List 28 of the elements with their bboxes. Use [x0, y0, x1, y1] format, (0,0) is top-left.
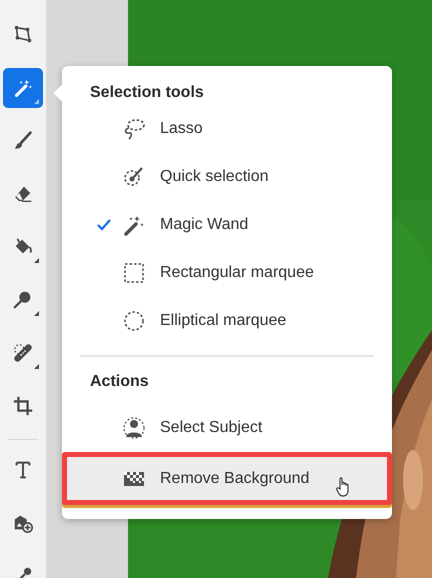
item-label: Magic Wand	[160, 215, 248, 235]
menu-item[interactable]: Lasso	[62, 105, 392, 153]
menu-item[interactable]: Remove Background	[62, 452, 392, 505]
menu-item[interactable]: Select Subject	[62, 404, 392, 452]
bandage-icon	[12, 342, 34, 364]
menu-item[interactable]: Rectangular marquee	[62, 249, 392, 297]
person-icon	[122, 416, 146, 440]
submenu-corner-icon	[34, 99, 39, 104]
item-label: Lasso	[160, 119, 203, 139]
tool-button[interactable]	[3, 68, 43, 108]
menu-item[interactable]: Magic Wand	[62, 201, 392, 249]
section-heading: Actions	[90, 372, 149, 392]
submenu-corner-icon	[34, 311, 39, 316]
dashed-circle-icon	[122, 309, 146, 333]
crop-icon	[12, 395, 34, 417]
item-label: Quick selection	[160, 167, 268, 187]
section-heading: Selection tools	[90, 83, 204, 103]
item-label: Remove Background	[160, 468, 310, 488]
submenu-corner-icon	[34, 364, 39, 369]
item-label: Rectangular marquee	[160, 263, 314, 283]
item-label: Elliptical marquee	[160, 311, 286, 331]
item-label: Select Subject	[160, 418, 262, 438]
lasso-icon	[122, 117, 146, 141]
menu-item[interactable]: Quick selection	[62, 153, 392, 201]
menu-item[interactable]: Elliptical marquee	[62, 297, 392, 345]
magic-wand-icon	[12, 77, 34, 99]
dashed-square-icon	[122, 261, 146, 285]
submenu-corner-icon	[34, 258, 39, 263]
